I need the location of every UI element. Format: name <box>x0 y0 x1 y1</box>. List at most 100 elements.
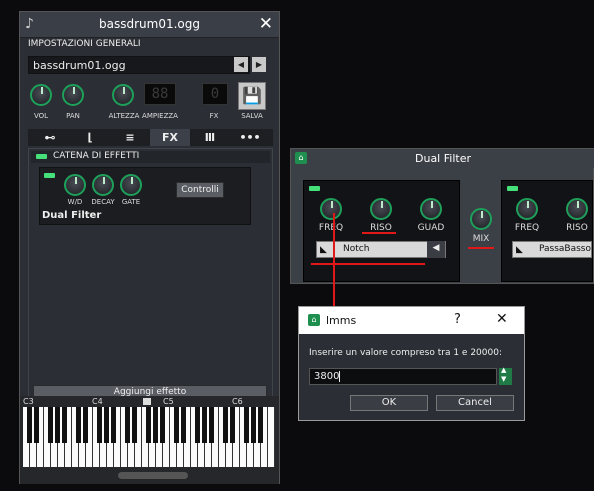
filter1-type-select[interactable]: ◣ Notch ◀ <box>316 241 446 258</box>
tab-envelope[interactable]: ⌊ <box>70 129 110 146</box>
black-key[interactable] <box>230 407 235 443</box>
piano-marker <box>143 398 151 405</box>
piano-label-c4: C4 <box>92 397 103 406</box>
effect-name: Dual Filter <box>42 210 102 221</box>
filter2-riso-knob[interactable] <box>566 198 588 220</box>
prev-arrow-button[interactable]: ◀ <box>234 57 248 72</box>
tab-arpeggio[interactable]: ≡ <box>110 129 150 146</box>
filter2-led[interactable] <box>507 186 518 191</box>
annotation-underline-riso <box>362 232 396 234</box>
filter2-panel: FREQ RISO ◣ PassaBasso <box>501 180 593 282</box>
vol-label: VOL <box>33 112 49 120</box>
black-key[interactable] <box>55 407 60 443</box>
pan-label: PAN <box>66 112 80 120</box>
fx-chain-led[interactable] <box>36 154 47 159</box>
black-key[interactable] <box>27 407 32 443</box>
piano-scrollbar[interactable] <box>118 472 188 479</box>
filter2-type-value: PassaBasso <box>539 244 592 254</box>
tab-plugin[interactable]: ⊷ <box>30 129 70 146</box>
black-key[interactable] <box>97 407 102 443</box>
next-arrow-button[interactable]: ▶ <box>252 57 266 72</box>
black-key[interactable] <box>62 407 67 443</box>
filter2-riso-label: RISO <box>566 223 588 233</box>
help-button[interactable]: ? <box>454 312 461 327</box>
tab-fx[interactable]: FX <box>150 129 190 146</box>
fx-lcd[interactable]: 0 <box>202 83 228 105</box>
pitch-knob[interactable] <box>112 84 134 106</box>
fx-chain-label: CATENA DI EFFETTI <box>53 151 140 161</box>
floppy-icon: 💾 <box>242 86 262 105</box>
lowpass-shape-icon: ◣ <box>516 245 523 255</box>
tab-more[interactable]: ••• <box>230 129 270 146</box>
spin-up-icon[interactable]: ▲ <box>501 366 506 374</box>
instrument-title-bar[interactable]: ♪ bassdrum01.ogg ✕ <box>20 12 279 38</box>
black-key[interactable] <box>34 407 39 443</box>
black-key[interactable] <box>153 407 158 443</box>
wd-knob[interactable] <box>64 174 86 196</box>
black-key[interactable] <box>174 407 179 443</box>
filter1-type-arrow-icon[interactable]: ◀ <box>427 241 445 258</box>
value-input[interactable]: 3800 <box>309 368 497 385</box>
black-key[interactable] <box>146 407 151 443</box>
save-button[interactable]: 💾 <box>238 82 266 110</box>
black-key[interactable] <box>202 407 207 443</box>
value-spinner[interactable]: ▲ ▼ <box>499 366 512 385</box>
black-key[interactable] <box>160 407 165 443</box>
black-key[interactable] <box>76 407 81 443</box>
effect-led[interactable] <box>44 173 55 178</box>
black-key[interactable] <box>209 407 214 443</box>
controls-button[interactable]: Controlli <box>176 182 224 198</box>
general-settings-label: IMPOSTAZIONI GENERALI <box>28 39 141 49</box>
white-key[interactable] <box>268 407 275 467</box>
range-lcd[interactable]: 88 <box>144 83 176 105</box>
black-key[interactable] <box>83 407 88 443</box>
wd-label: W/D <box>67 198 83 206</box>
filter2-type-select[interactable]: ◣ PassaBasso <box>512 241 592 258</box>
ok-button[interactable]: OK <box>350 395 428 411</box>
cancel-button[interactable]: Cancel <box>436 395 514 411</box>
black-key[interactable] <box>125 407 130 443</box>
pan-knob[interactable] <box>62 84 84 106</box>
filter2-freq-knob[interactable] <box>516 198 538 220</box>
save-label: SALVA <box>241 112 263 120</box>
dual-filter-title: Dual Filter <box>415 152 471 165</box>
black-key[interactable] <box>244 407 249 443</box>
black-key[interactable] <box>181 407 186 443</box>
filter1-riso-knob[interactable] <box>370 198 392 220</box>
gate-label: GATE <box>121 198 141 206</box>
black-key[interactable] <box>223 407 228 443</box>
mix-knob[interactable] <box>470 208 492 230</box>
close-icon[interactable]: ✕ <box>259 14 273 34</box>
spin-down-icon[interactable]: ▼ <box>501 375 506 383</box>
gate-knob[interactable] <box>120 174 142 196</box>
vol-knob[interactable] <box>30 84 52 106</box>
black-key[interactable] <box>258 407 263 443</box>
filter2-freq-label: FREQ <box>514 223 540 233</box>
range-label: AMPIEZZA <box>142 112 178 120</box>
dialog-body: Inserire un valore compreso tra 1 e 2000… <box>299 334 524 420</box>
black-key[interactable] <box>111 407 116 443</box>
black-key[interactable] <box>195 407 200 443</box>
filter1-freq-knob[interactable] <box>320 198 342 220</box>
filter1-gain-knob[interactable] <box>420 198 442 220</box>
filter1-type-value: Notch <box>343 244 370 254</box>
dual-filter-title-bar[interactable]: ⌂ Dual Filter <box>291 149 594 168</box>
notch-shape-icon: ◣ <box>320 245 327 255</box>
filter1-freq-label: FREQ <box>318 223 344 233</box>
dialog-title-bar[interactable]: ⌂ lmms ? ✕ <box>299 307 524 334</box>
black-key[interactable] <box>104 407 109 443</box>
fx-chain-header: CATENA DI EFFETTI <box>31 151 270 163</box>
decay-knob[interactable] <box>92 174 114 196</box>
piano-keyboard[interactable]: C3 C4 C5 C6 <box>20 396 279 484</box>
instrument-tabs: ⊷ ⌊ ≡ FX Ⅲ ••• <box>28 129 273 146</box>
dialog-close-button[interactable]: ✕ <box>496 311 508 327</box>
effect-dual-filter[interactable]: W/D DECAY GATE Controlli Dual Filter <box>39 167 251 225</box>
fx-label: FX <box>209 112 219 120</box>
black-key[interactable] <box>251 407 256 443</box>
plug-icon: ⊷ <box>44 131 56 144</box>
filter1-led[interactable] <box>309 186 320 191</box>
tab-midi[interactable]: Ⅲ <box>190 129 230 146</box>
black-key[interactable] <box>48 407 53 443</box>
black-key[interactable] <box>132 407 137 443</box>
sample-name-field[interactable]: bassdrum01.ogg <box>28 56 250 74</box>
